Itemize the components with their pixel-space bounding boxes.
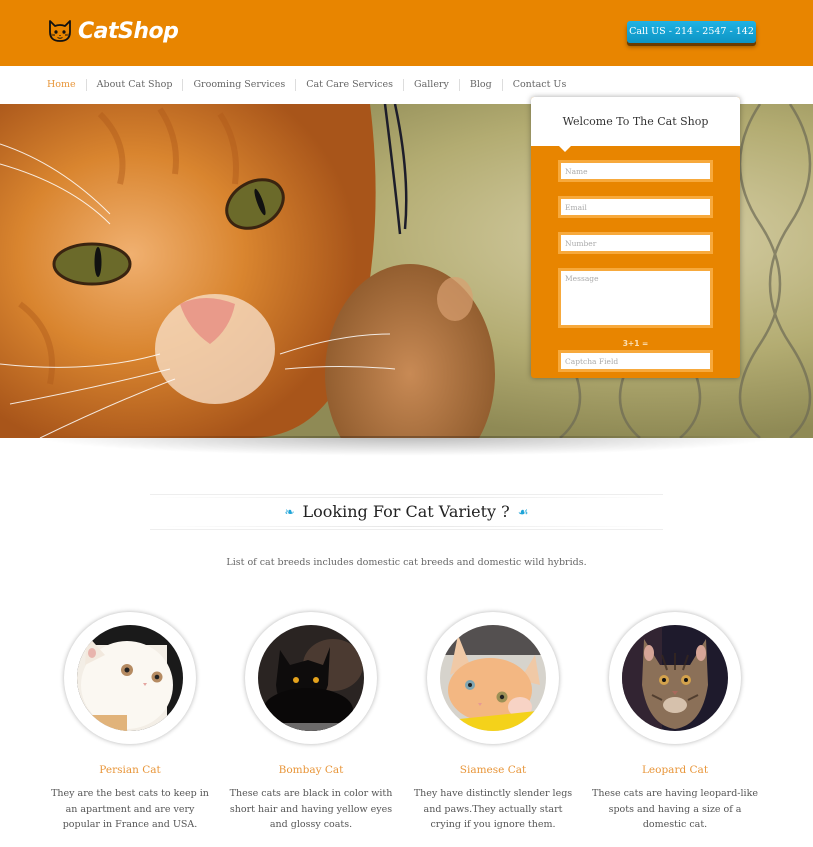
site-header: CatShop Call US - 214 - 2547 - 142	[0, 0, 813, 66]
persian-cat-photo	[77, 625, 183, 731]
leopard-cat-photo	[622, 625, 728, 731]
captcha-input[interactable]	[558, 350, 713, 372]
cat-card-siamese: Siamese Cat They have distinctly slender…	[408, 612, 578, 833]
captcha-question: 3+1 =	[622, 339, 649, 348]
form-title: Welcome To The Cat Shop	[562, 115, 709, 128]
bombay-cat-photo	[258, 625, 364, 731]
hero-shadow	[30, 436, 783, 456]
cat-description: These cats are black in color with short…	[229, 788, 393, 830]
nav-item-home[interactable]: Home	[47, 79, 86, 91]
cat-card-leopard: Leopard Cat These cats are having leopar…	[590, 612, 760, 833]
cat-card-persian: Persian Cat They are the best cats to ke…	[45, 612, 215, 833]
form-header: Welcome To The Cat Shop	[531, 97, 740, 152]
cat-name[interactable]: Bombay Cat	[226, 764, 396, 776]
nav-item-blog[interactable]: Blog	[458, 79, 502, 91]
section-subtitle: List of cat breeds includes domestic cat…	[226, 557, 587, 568]
swirl-ornament-icon: ❧	[284, 504, 295, 519]
cat-card-bombay: Bombay Cat These cats are black in color…	[226, 612, 396, 833]
cat-image-frame[interactable]	[427, 612, 559, 744]
cat-name[interactable]: Leopard Cat	[590, 764, 760, 776]
contact-form-panel: Welcome To The Cat Shop 3+1 =	[531, 97, 740, 378]
cat-image-frame[interactable]	[609, 612, 741, 744]
nav-item-contact[interactable]: Contact Us	[501, 79, 577, 91]
nav-item-cat-care[interactable]: Cat Care Services	[295, 79, 403, 91]
cat-description: These cats are having leopard-like spots…	[592, 788, 758, 830]
cat-image-frame[interactable]	[245, 612, 377, 744]
call-us-button[interactable]: Call US - 214 - 2547 - 142	[627, 21, 756, 43]
section-heading-block: ❧ Looking For Cat Variety ? ☙	[150, 494, 663, 530]
cat-name[interactable]: Persian Cat	[45, 764, 215, 776]
cat-face-icon	[49, 20, 71, 42]
section-title-text: Looking For Cat Variety ?	[302, 502, 510, 521]
message-textarea[interactable]	[558, 268, 713, 328]
siamese-cat-photo	[440, 625, 546, 731]
nav-item-about[interactable]: About Cat Shop	[85, 79, 183, 91]
cat-description: They are the best cats to keep in an apa…	[51, 788, 209, 830]
nav-item-gallery[interactable]: Gallery	[402, 79, 459, 91]
cat-description: They have distinctly slender legs and pa…	[413, 788, 573, 830]
section-title: ❧ Looking For Cat Variety ? ☙	[276, 502, 536, 521]
number-input[interactable]	[558, 232, 713, 254]
cat-image-frame[interactable]	[64, 612, 196, 744]
nav-item-grooming[interactable]: Grooming Services	[182, 79, 295, 91]
name-input[interactable]	[558, 160, 713, 182]
swirl-ornament-icon: ☙	[517, 504, 529, 519]
cat-name[interactable]: Siamese Cat	[408, 764, 578, 776]
email-input[interactable]	[558, 196, 713, 218]
logo-text: CatShop	[78, 18, 179, 44]
logo[interactable]: CatShop	[47, 18, 179, 44]
